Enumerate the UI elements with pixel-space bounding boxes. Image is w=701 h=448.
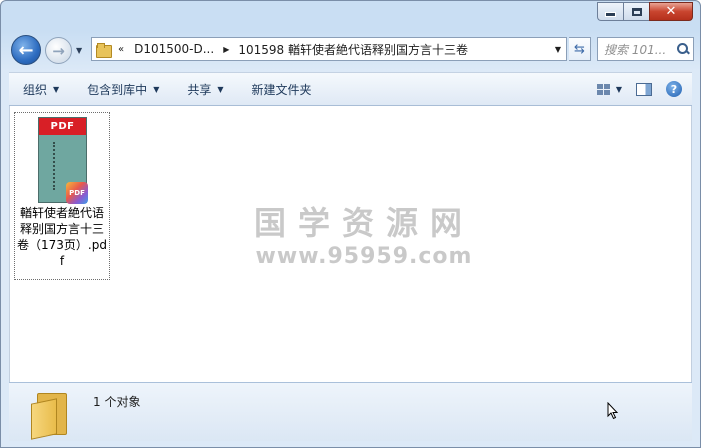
views-icon xyxy=(596,83,610,95)
explorer-window: ✕ ← → ▼ « D101500-D... ▶ 101598 輶轩使者絶代语释… xyxy=(0,0,701,448)
item-count: 1 个对象 xyxy=(93,395,141,409)
details-pane: 1 个对象 xyxy=(9,382,692,441)
refresh-icon: ⇆ xyxy=(574,41,585,57)
refresh-button[interactable]: ⇆ xyxy=(569,37,591,61)
pdf-thumbnail: PDF PDF xyxy=(38,117,88,204)
organize-label: 组织 xyxy=(23,82,48,97)
chevron-down-icon[interactable]: ▼ xyxy=(616,85,622,94)
chevron-down-icon: ▼ xyxy=(153,84,160,94)
search-placeholder: 搜索 101... xyxy=(604,42,667,57)
watermark-url: www.95959.com xyxy=(255,244,473,269)
chevron-down-icon: ▼ xyxy=(53,84,60,94)
toolbar-right: ▼ ? xyxy=(596,81,692,97)
breadcrumb-separator-icon[interactable]: ▶ xyxy=(218,45,234,54)
forward-button[interactable]: → xyxy=(45,37,72,64)
organize-menu[interactable]: 组织 ▼ xyxy=(9,81,73,98)
caption-buttons: ✕ xyxy=(597,2,693,22)
share-label: 共享 xyxy=(187,82,212,97)
text-lines-decoration xyxy=(53,142,57,190)
close-button[interactable]: ✕ xyxy=(649,2,693,21)
chevron-down-icon: ▼ xyxy=(217,84,224,94)
new-folder-button[interactable]: 新建文件夹 xyxy=(238,81,326,98)
file-list-area[interactable]: PDF PDF 輶轩使者絶代语释别国方言十三卷（173页）.pdf 国学资源网 … xyxy=(9,106,692,382)
close-icon: ✕ xyxy=(665,4,677,19)
preview-pane-icon[interactable] xyxy=(636,82,652,96)
maximize-button[interactable] xyxy=(623,2,649,21)
back-arrow-icon: ← xyxy=(18,39,34,61)
back-button[interactable]: ← xyxy=(11,35,41,65)
breadcrumb-overflow[interactable]: « xyxy=(116,44,130,55)
pdf-thumb-label: PDF xyxy=(39,118,86,135)
search-icon[interactable] xyxy=(677,43,689,55)
minimize-button[interactable] xyxy=(597,2,623,21)
folder-icon xyxy=(31,391,71,440)
help-icon[interactable]: ? xyxy=(666,81,682,97)
share-menu[interactable]: 共享 ▼ xyxy=(173,81,237,98)
search-input[interactable]: 搜索 101... xyxy=(597,37,694,61)
pdf-app-icon: PDF xyxy=(66,182,88,204)
maximize-icon xyxy=(631,7,642,16)
watermark-text: 国学资源网 xyxy=(253,204,474,242)
address-bar[interactable]: « D101500-D... ▶ 101598 輶轩使者絶代语释别国方言十三卷 … xyxy=(91,37,567,61)
include-in-library-menu[interactable]: 包含到库中 ▼ xyxy=(73,81,173,98)
address-dropdown-icon[interactable]: ▼ xyxy=(550,45,566,54)
command-bar: 组织 ▼ 包含到库中 ▼ 共享 ▼ 新建文件夹 ▼ ? xyxy=(9,72,692,106)
mouse-cursor-icon xyxy=(607,402,619,420)
file-name[interactable]: 輶轩使者絶代语释别国方言十三卷（173页）.pdf xyxy=(15,205,109,269)
file-item[interactable]: PDF PDF 輶轩使者絶代语释别国方言十三卷（173页）.pdf xyxy=(14,112,110,280)
navigation-bar: ← → ▼ « D101500-D... ▶ 101598 輶轩使者絶代语释别国… xyxy=(9,34,694,66)
breadcrumb-item[interactable]: 101598 輶轩使者絶代语释别国方言十三卷 xyxy=(234,41,472,58)
minimize-icon xyxy=(605,12,616,17)
new-folder-label: 新建文件夹 xyxy=(251,82,312,97)
include-in-library-label: 包含到库中 xyxy=(87,82,148,97)
watermark: 国学资源网 www.95959.com xyxy=(244,198,484,269)
forward-arrow-icon: → xyxy=(52,41,65,60)
breadcrumb-item[interactable]: D101500-D... xyxy=(130,42,218,56)
folder-icon xyxy=(96,42,112,58)
change-view-button[interactable]: ▼ xyxy=(596,83,622,95)
recent-pages-dropdown[interactable]: ▼ xyxy=(76,46,82,55)
